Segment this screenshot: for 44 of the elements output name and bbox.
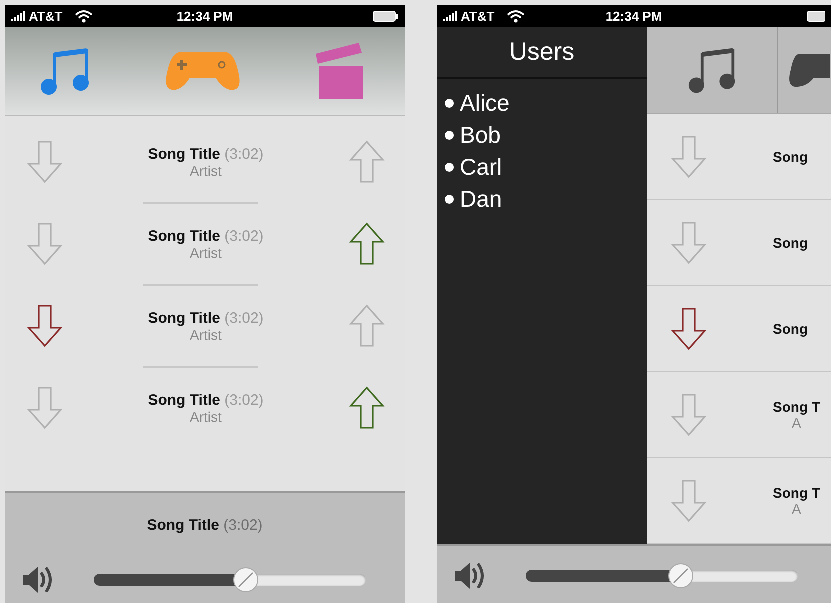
clapperboard-icon[interactable]: [315, 42, 365, 100]
down-arrow-icon[interactable]: [27, 304, 63, 348]
up-arrow-icon[interactable]: [349, 222, 385, 266]
song-title: Song Title (3:02): [147, 228, 265, 244]
bullet-icon: [445, 130, 454, 140]
user-item[interactable]: Dan: [460, 186, 502, 212]
speaker-icon[interactable]: [453, 560, 487, 592]
battery-icon: [373, 10, 399, 22]
song-title: Song: [773, 234, 808, 250]
clock-time: 12:34 PM: [176, 8, 234, 24]
clock-time: 12:34 PM: [606, 8, 662, 24]
up-arrow-icon[interactable]: [349, 386, 385, 430]
speaker-icon[interactable]: [21, 564, 55, 596]
song-title: Song Title (3:02): [147, 146, 265, 162]
song-title: Song: [773, 148, 808, 164]
artist-name: Artist: [189, 326, 223, 342]
now-playing-title: Song Title (3:02): [147, 517, 263, 534]
down-arrow-icon[interactable]: [671, 306, 707, 350]
wifi-icon: [74, 10, 93, 22]
artist-name: A: [792, 500, 802, 516]
song-title: Song Title (3:02): [147, 392, 265, 408]
artist-name: Artist: [189, 244, 223, 260]
signal-icon: [11, 11, 25, 21]
artist-name: Artist: [189, 408, 223, 424]
song-title: Song T: [773, 484, 820, 500]
bullet-icon: [445, 98, 454, 108]
song-title: Song: [773, 320, 808, 336]
carrier-label: AT&T: [29, 8, 63, 24]
sidebar-title: Users: [509, 38, 575, 66]
bullet-icon: [445, 162, 454, 172]
bullet-icon: [445, 194, 454, 204]
carrier-label: AT&T: [461, 8, 495, 24]
song-title: Song Title (3:02): [147, 310, 265, 326]
slider-thumb[interactable]: [668, 563, 694, 589]
artist-name: Artist: [189, 162, 223, 178]
song-title: Song T: [773, 398, 820, 414]
slider-thumb[interactable]: [233, 567, 260, 593]
battery-icon: [807, 10, 825, 22]
user-item[interactable]: Alice: [460, 90, 510, 116]
wifi-icon: [506, 10, 525, 22]
signal-icon: [443, 11, 457, 21]
user-item[interactable]: Bob: [460, 122, 501, 148]
user-item[interactable]: Carl: [460, 154, 502, 180]
artist-name: A: [792, 414, 802, 430]
